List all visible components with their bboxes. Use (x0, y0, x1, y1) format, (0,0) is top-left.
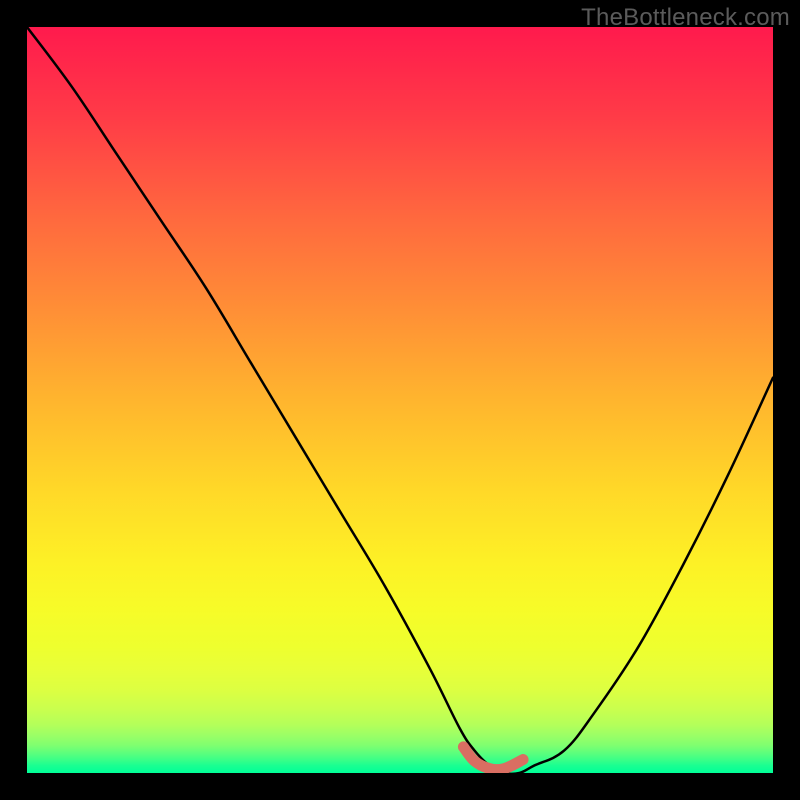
chart-svg (27, 27, 773, 773)
watermark-text: TheBottleneck.com (581, 4, 790, 32)
chart-frame: TheBottleneck.com (0, 0, 800, 800)
accent-segment (463, 747, 523, 770)
bottleneck-curve (27, 27, 773, 773)
